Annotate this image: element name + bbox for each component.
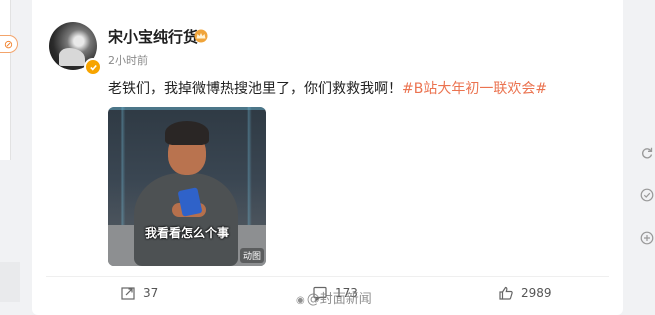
post-time[interactable]: 2小时前 bbox=[108, 52, 148, 68]
plus-icon[interactable] bbox=[640, 231, 654, 245]
username[interactable]: 宋小宝纯行货 bbox=[108, 26, 198, 47]
left-collapse-pill[interactable]: ⊘ bbox=[0, 35, 18, 53]
divider bbox=[46, 276, 609, 277]
like-icon bbox=[499, 286, 513, 300]
check-icon[interactable] bbox=[640, 188, 654, 202]
gif-badge: 动图 bbox=[239, 248, 264, 263]
image-caption: 我看看怎么个事 bbox=[144, 226, 229, 240]
left-panel bbox=[0, 0, 11, 160]
weibo-post-card: 宋小宝纯行货 2小时前 老铁们，我掉微博热搜池里了，你们救救我啊！#B站大年初一… bbox=[32, 0, 623, 315]
watermark-text: 封面新闻 bbox=[319, 292, 372, 307]
hashtag-link[interactable]: #B站大年初一联欢会# bbox=[402, 81, 547, 97]
post-image[interactable]: 我看看怎么个事 动图 bbox=[108, 107, 266, 266]
left-strip bbox=[0, 262, 20, 302]
weibo-watermark-icon: ◉ bbox=[296, 295, 305, 306]
watermark: ◉ @封面新闻 bbox=[296, 288, 372, 307]
like-count: 2989 bbox=[521, 286, 552, 300]
like-button[interactable]: 2989 bbox=[498, 284, 552, 302]
repost-button[interactable]: 37 bbox=[120, 284, 158, 302]
person-figure bbox=[134, 173, 238, 266]
refresh-icon[interactable] bbox=[640, 146, 654, 160]
avatar-figure bbox=[59, 48, 85, 66]
person-hat bbox=[165, 121, 209, 145]
repost-icon bbox=[121, 287, 135, 300]
repost-count: 37 bbox=[143, 286, 159, 300]
post-text: 老铁们，我掉微博热搜池里了，你们救救我啊！#B站大年初一联欢会# bbox=[108, 78, 547, 98]
verified-badge-icon bbox=[84, 58, 102, 76]
watermark-prefix: @ bbox=[306, 292, 320, 307]
crown-icon bbox=[194, 29, 208, 43]
post-text-main: 老铁们，我掉微博热搜池里了，你们救救我啊！ bbox=[108, 81, 402, 97]
